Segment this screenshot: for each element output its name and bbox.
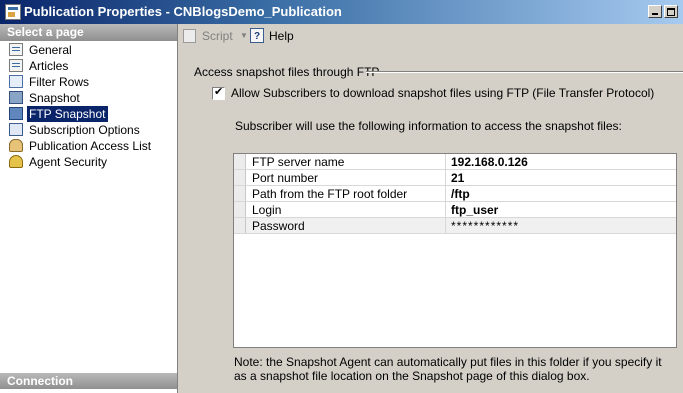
property-name: Port number bbox=[248, 170, 446, 185]
agent-security-icon bbox=[9, 155, 23, 168]
minimize-button[interactable] bbox=[648, 5, 662, 18]
row-header bbox=[234, 186, 246, 201]
property-value[interactable]: ftp_user bbox=[446, 202, 676, 218]
script-label: Script bbox=[202, 29, 233, 43]
grid-row-path[interactable]: Path from the FTP root folder /ftp bbox=[234, 186, 676, 202]
grid-row-login[interactable]: Login ftp_user bbox=[234, 202, 676, 218]
sidebar-item-label: Snapshot bbox=[29, 91, 80, 105]
sidebar-item-label: Agent Security bbox=[29, 155, 108, 169]
sidebar-item-label: Publication Access List bbox=[29, 139, 152, 153]
sidebar-item-label: FTP Snapshot bbox=[27, 106, 108, 122]
page-list: General Articles Filter Rows Snapshot FT… bbox=[0, 42, 177, 170]
toolbar: Script ▼ Help bbox=[179, 25, 683, 47]
allow-ftp-checkbox[interactable] bbox=[212, 85, 225, 100]
row-header bbox=[234, 218, 246, 233]
property-name: Path from the FTP root folder bbox=[248, 186, 446, 201]
ftp-snapshot-icon bbox=[9, 107, 23, 120]
sidebar-item-filter-rows[interactable]: Filter Rows bbox=[0, 74, 177, 90]
group-divider bbox=[366, 71, 683, 73]
sidebar-item-publication-access-list[interactable]: Publication Access List bbox=[0, 138, 177, 154]
grid-row-port[interactable]: Port number 21 bbox=[234, 170, 676, 186]
password-field[interactable]: ************ bbox=[446, 218, 676, 234]
select-page-header: Select a page bbox=[0, 24, 177, 41]
row-header bbox=[234, 170, 246, 185]
row-header bbox=[234, 154, 246, 169]
sidebar: Select a page General Articles Filter Ro… bbox=[0, 24, 178, 393]
sidebar-item-label: General bbox=[29, 43, 72, 57]
publication-access-list-icon bbox=[9, 139, 23, 152]
sidebar-item-label: Filter Rows bbox=[29, 75, 90, 89]
general-page-icon bbox=[9, 43, 23, 56]
sidebar-item-articles[interactable]: Articles bbox=[0, 58, 177, 74]
sidebar-item-subscription-options[interactable]: Subscription Options bbox=[0, 122, 177, 138]
sidebar-item-agent-security[interactable]: Agent Security bbox=[0, 154, 177, 170]
row-header bbox=[234, 202, 246, 217]
ftp-snapshot-panel: Access snapshot files through FTP Allow … bbox=[179, 48, 683, 393]
property-value[interactable]: /ftp bbox=[446, 186, 676, 202]
property-name: Password bbox=[248, 218, 446, 233]
grid-row-ftp-server[interactable]: FTP server name 192.168.0.126 bbox=[234, 154, 676, 170]
property-name: FTP server name bbox=[248, 154, 446, 169]
articles-icon bbox=[9, 59, 23, 72]
sidebar-item-label: Articles bbox=[29, 59, 69, 73]
property-name: Login bbox=[248, 202, 446, 217]
group-title: Access snapshot files through FTP bbox=[194, 65, 380, 79]
property-value[interactable]: 192.168.0.126 bbox=[446, 154, 676, 170]
sidebar-item-general[interactable]: General bbox=[0, 42, 177, 58]
connection-header: Connection bbox=[0, 373, 177, 389]
script-icon bbox=[183, 29, 196, 43]
note-text: Note: the Snapshot Agent can automatical… bbox=[234, 355, 662, 383]
chevron-down-icon[interactable]: ▼ bbox=[240, 27, 248, 45]
snapshot-icon bbox=[9, 91, 23, 104]
allow-ftp-label[interactable]: Allow Subscribers to download snapshot f… bbox=[231, 86, 654, 100]
ftp-properties-grid: FTP server name 192.168.0.126 Port numbe… bbox=[233, 153, 677, 348]
sidebar-item-snapshot[interactable]: Snapshot bbox=[0, 90, 177, 106]
grid-row-password[interactable]: Password ************ bbox=[234, 218, 676, 234]
help-label: Help bbox=[269, 29, 294, 43]
info-text: Subscriber will use the following inform… bbox=[235, 119, 622, 133]
app-icon bbox=[5, 4, 21, 20]
sidebar-item-ftp-snapshot[interactable]: FTP Snapshot bbox=[0, 106, 177, 122]
subscription-options-icon bbox=[9, 123, 23, 136]
sidebar-item-label: Subscription Options bbox=[29, 123, 140, 137]
filter-rows-icon bbox=[9, 75, 23, 88]
help-icon bbox=[250, 28, 264, 46]
window-title: Publication Properties - CNBlogsDemo_Pub… bbox=[24, 4, 342, 19]
maximize-button[interactable] bbox=[664, 5, 678, 18]
title-bar: Publication Properties - CNBlogsDemo_Pub… bbox=[0, 0, 683, 24]
property-value[interactable]: 21 bbox=[446, 170, 676, 186]
